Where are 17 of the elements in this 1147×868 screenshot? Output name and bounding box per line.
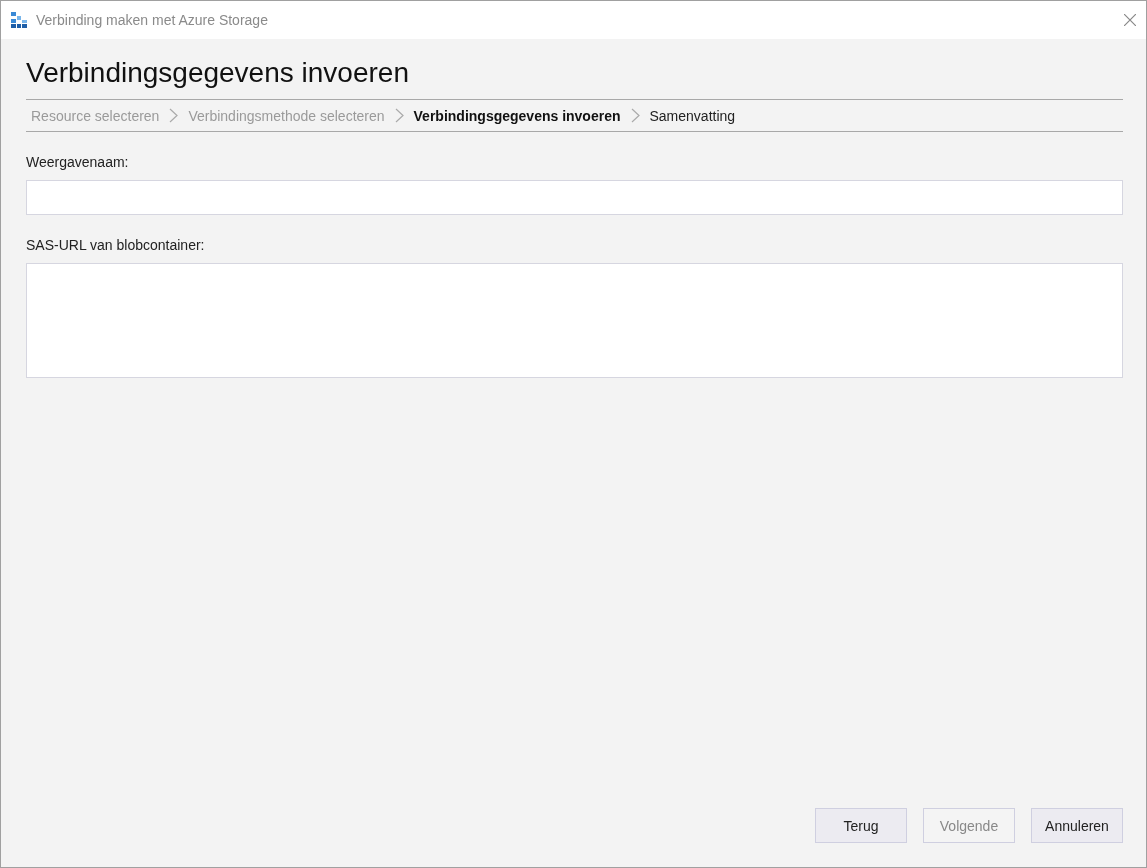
app-icon [11,11,28,29]
field-label: SAS-URL van blobcontainer: [26,237,206,253]
wizard-step: Verbindingsgegevens invoeren [413,107,621,124]
wizard-step: Samenvatting [649,107,736,124]
chevron-icon [394,108,404,123]
field-label: Weergavenaam: [26,154,130,170]
wizard-step: Verbindingsmethode selecteren [188,107,385,124]
name-input-field[interactable] [26,180,1123,215]
url-text-area[interactable] [26,263,1123,378]
close-icon[interactable] [1124,14,1136,26]
page-heading: Verbindingsgegevens invoeren [26,57,410,89]
window-title: Verbinding maken met Azure Storage [36,12,269,28]
back-button[interactable]: Terug [815,808,907,843]
cancel-button[interactable]: Annuleren [1031,808,1123,843]
chevron-icon [630,108,640,123]
chevron-icon [169,108,179,123]
wizard-step: Resource selecteren [31,107,160,124]
